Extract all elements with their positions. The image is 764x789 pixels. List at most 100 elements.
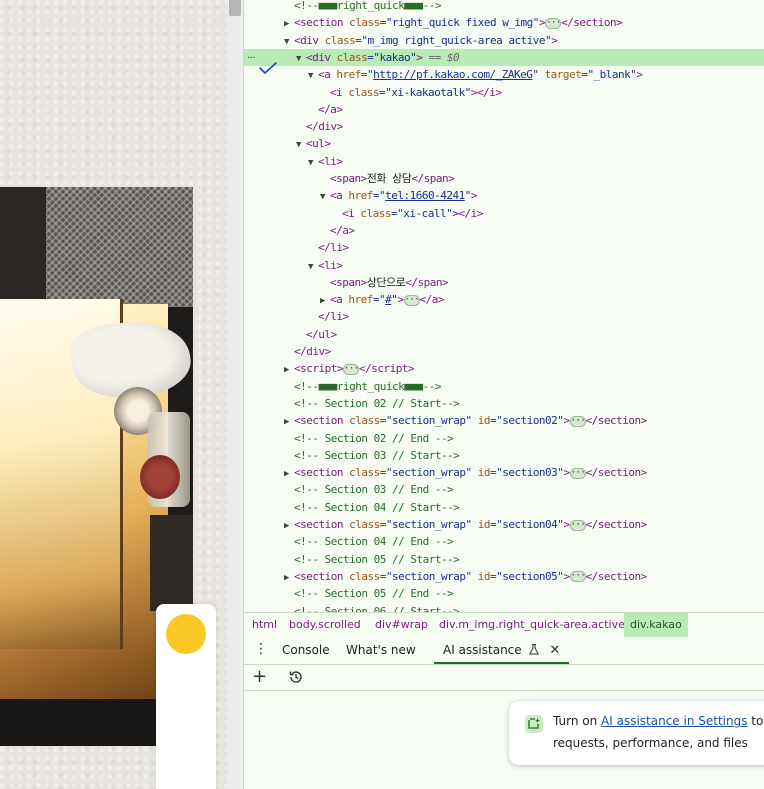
- breadcrumb-body[interactable]: body.scrolled: [283, 613, 367, 637]
- new-chat-icon[interactable]: +: [252, 666, 267, 688]
- close-tab-icon[interactable]: ✕: [549, 637, 560, 664]
- dom-row[interactable]: </ul>: [244, 326, 764, 343]
- dom-row-content: <a href="http://pf.kakao.com/_ZAKeG" tar…: [318, 68, 643, 82]
- dom-row[interactable]: <!-- Section 03 // Start-->: [244, 447, 764, 464]
- photo-frame: [0, 187, 46, 307]
- breadcrumb: html body.scrolled div#wrap div.m_img.ri…: [244, 612, 764, 638]
- dom-row-content: <li>: [318, 154, 343, 168]
- dom-row-content: <!-- Section 02 // End -->: [294, 431, 454, 445]
- dom-row[interactable]: </li>: [244, 239, 764, 256]
- dom-row-content: <section class="right_quick fixed w_img"…: [294, 16, 623, 30]
- dom-row-content: <script>···</script>: [294, 362, 415, 376]
- dom-row[interactable]: </div>: [244, 118, 764, 135]
- dom-row-content: <!-- Section 03 // Start-->: [294, 448, 460, 462]
- dom-row-selected[interactable]: ▼ <div class="kakao"> == $0: [244, 48, 764, 66]
- dom-row[interactable]: <span>상단으로</span>: [244, 274, 764, 291]
- dom-row-content: <span>전화 상담</span>: [330, 172, 455, 185]
- breadcrumb-kakao[interactable]: div.kakao: [624, 613, 688, 637]
- dom-row-content: <!-- Section 05 // End -->: [294, 587, 454, 601]
- dom-row-content: <!-- Section 05 // Start-->: [294, 552, 460, 566]
- dom-row[interactable]: <i class="xi-call"></i>: [244, 205, 764, 222]
- breadcrumb-html[interactable]: html: [246, 613, 283, 637]
- dom-row-content: <li>: [318, 258, 343, 272]
- dom-row-content: </ul>: [306, 327, 337, 341]
- dom-row-content: <!-- Section 02 // Start-->: [294, 396, 460, 410]
- check-mark-icon: [259, 62, 277, 75]
- flask-icon: [529, 644, 540, 655]
- scrollbar-thumb[interactable]: [229, 0, 241, 16]
- drawer-menu-icon[interactable]: ⋮: [254, 641, 268, 657]
- dom-row[interactable]: ▼ <ul>: [244, 135, 764, 152]
- elements-tree[interactable]: <!--■■■right_quick■■■--> ▶ <section class=…: [244, 0, 764, 612]
- notice-suffix: to get: [751, 714, 764, 728]
- dom-row-content: <section class="section_wrap" id="sectio…: [294, 569, 647, 583]
- dom-row[interactable]: <i class="xi-kakaotalk"></i>: [244, 84, 764, 101]
- dom-row[interactable]: </div>: [244, 343, 764, 360]
- breadcrumb-wrap[interactable]: div#wrap: [369, 613, 434, 637]
- dom-row-content: <a href="#">···</a>: [330, 293, 444, 307]
- dom-row[interactable]: </li>: [244, 308, 764, 325]
- dom-row-content: <span>상단으로</span>: [330, 275, 449, 289]
- dom-row-content: <!--■■■right_quick■■■-->: [294, 379, 441, 393]
- dom-row-content: <a href="tel:1660-4241">: [330, 189, 477, 203]
- dom-row[interactable]: <!-- Section 05 // Start-->: [244, 551, 764, 568]
- dom-row[interactable]: <span>전화 상담</span>: [244, 170, 764, 187]
- dom-row[interactable]: ▶ <section class="section_wrap" id="secti…: [244, 568, 764, 585]
- tab-whats-new[interactable]: What's new: [346, 637, 416, 664]
- dom-row-content: <div class="kakao"> == $0: [306, 50, 460, 64]
- ai-spark-icon: [525, 715, 543, 733]
- dom-row[interactable]: ▶ <script>···</script>: [244, 360, 764, 377]
- dom-row[interactable]: ▼ <a href="http://pf.kakao.com/_ZAKeG" ta…: [244, 66, 764, 83]
- dom-row[interactable]: <!-- Section 03 // End -->: [244, 481, 764, 498]
- dom-row[interactable]: ▶ <section class="right_quick fixed w_img…: [244, 14, 764, 31]
- ai-toolbar: +: [244, 665, 764, 691]
- dom-row[interactable]: </a>: [244, 222, 764, 239]
- website-viewport: [0, 0, 228, 789]
- tab-ai-assistance[interactable]: AI assistance ✕: [434, 637, 570, 664]
- dom-row-content: <!-- Section 03 // End -->: [294, 483, 454, 497]
- dom-row-content: <section class="section_wrap" id="sectio…: [294, 466, 647, 480]
- devtools-panel: <!--■■■right_quick■■■--> ▶ <section class=…: [244, 0, 764, 789]
- row-options-icon[interactable]: ···: [247, 53, 256, 64]
- dom-row[interactable]: <!--■■■right_quick■■■-->: [244, 378, 764, 395]
- dom-row[interactable]: <!-- Section 05 // End -->: [244, 585, 764, 602]
- dom-row-content: <div class="m_img right_quick-area activ…: [294, 33, 558, 47]
- dom-row[interactable]: ▶ <a href="#">···</a>: [244, 291, 764, 308]
- dom-row[interactable]: ▼ <li>: [244, 153, 764, 170]
- dom-row[interactable]: <!-- Section 02 // Start-->: [244, 395, 764, 412]
- dom-row-content: </li>: [318, 310, 349, 324]
- dom-row[interactable]: <!-- Section 02 // End -->: [244, 430, 764, 447]
- notice-line-2: requests, performance, and files: [553, 736, 748, 750]
- dom-row[interactable]: <!-- Section 06 // Start-->: [244, 603, 764, 613]
- notice-prefix: Turn on: [553, 714, 602, 728]
- dom-row-content: <!-- Section 04 // Start-->: [294, 500, 460, 514]
- kakao-talk-button[interactable]: [166, 614, 206, 654]
- dom-row-content: <!-- Section 06 // Start-->: [294, 604, 460, 613]
- dom-row[interactable]: ▶ <section class="section_wrap" id="secti…: [244, 516, 764, 533]
- dom-row[interactable]: </a>: [244, 101, 764, 118]
- dom-row[interactable]: <!-- Section 04 // Start-->: [244, 499, 764, 516]
- dom-row[interactable]: ▶ <section class="section_wrap" id="secti…: [244, 464, 764, 481]
- dom-row-content: <!--■■■right_quick■■■-->: [294, 0, 441, 12]
- dom-row[interactable]: <!-- Section 04 // End -->: [244, 533, 764, 550]
- dom-row-content: </li>: [318, 241, 349, 255]
- dom-row[interactable]: ▼ <a href="tel:1660-4241">: [244, 187, 764, 204]
- ai-settings-link[interactable]: AI assistance in Settings: [601, 714, 747, 728]
- dom-row-content: <!-- Section 04 // End -->: [294, 535, 454, 549]
- page-scrollbar[interactable]: [228, 0, 244, 789]
- dom-row-content: </a>: [318, 102, 343, 116]
- history-icon[interactable]: [288, 669, 304, 685]
- tab-ai-assistance-label: AI assistance: [443, 643, 522, 657]
- photo-sauce: [140, 455, 180, 499]
- breadcrumb-right-quick-area[interactable]: div.m_img.right_quick-area.active: [433, 613, 631, 637]
- dom-row-content: <i class="xi-call"></i>: [342, 206, 483, 220]
- tab-console[interactable]: Console: [282, 637, 330, 664]
- dom-row[interactable]: ▼ <li>: [244, 257, 764, 274]
- dom-row[interactable]: ▼ <div class="m_img right_quick-area acti…: [244, 32, 764, 49]
- dom-row-content: </a>: [330, 223, 355, 237]
- photo-mesh-overlay: [46, 187, 193, 307]
- ai-settings-notice: Turn on AI assistance in Settings to get…: [509, 701, 764, 765]
- right-quick-panel: [156, 604, 216, 789]
- dom-row[interactable]: ▶ <section class="section_wrap" id="secti…: [244, 412, 764, 429]
- dom-row[interactable]: <!--■■■right_quick■■■-->: [244, 0, 764, 14]
